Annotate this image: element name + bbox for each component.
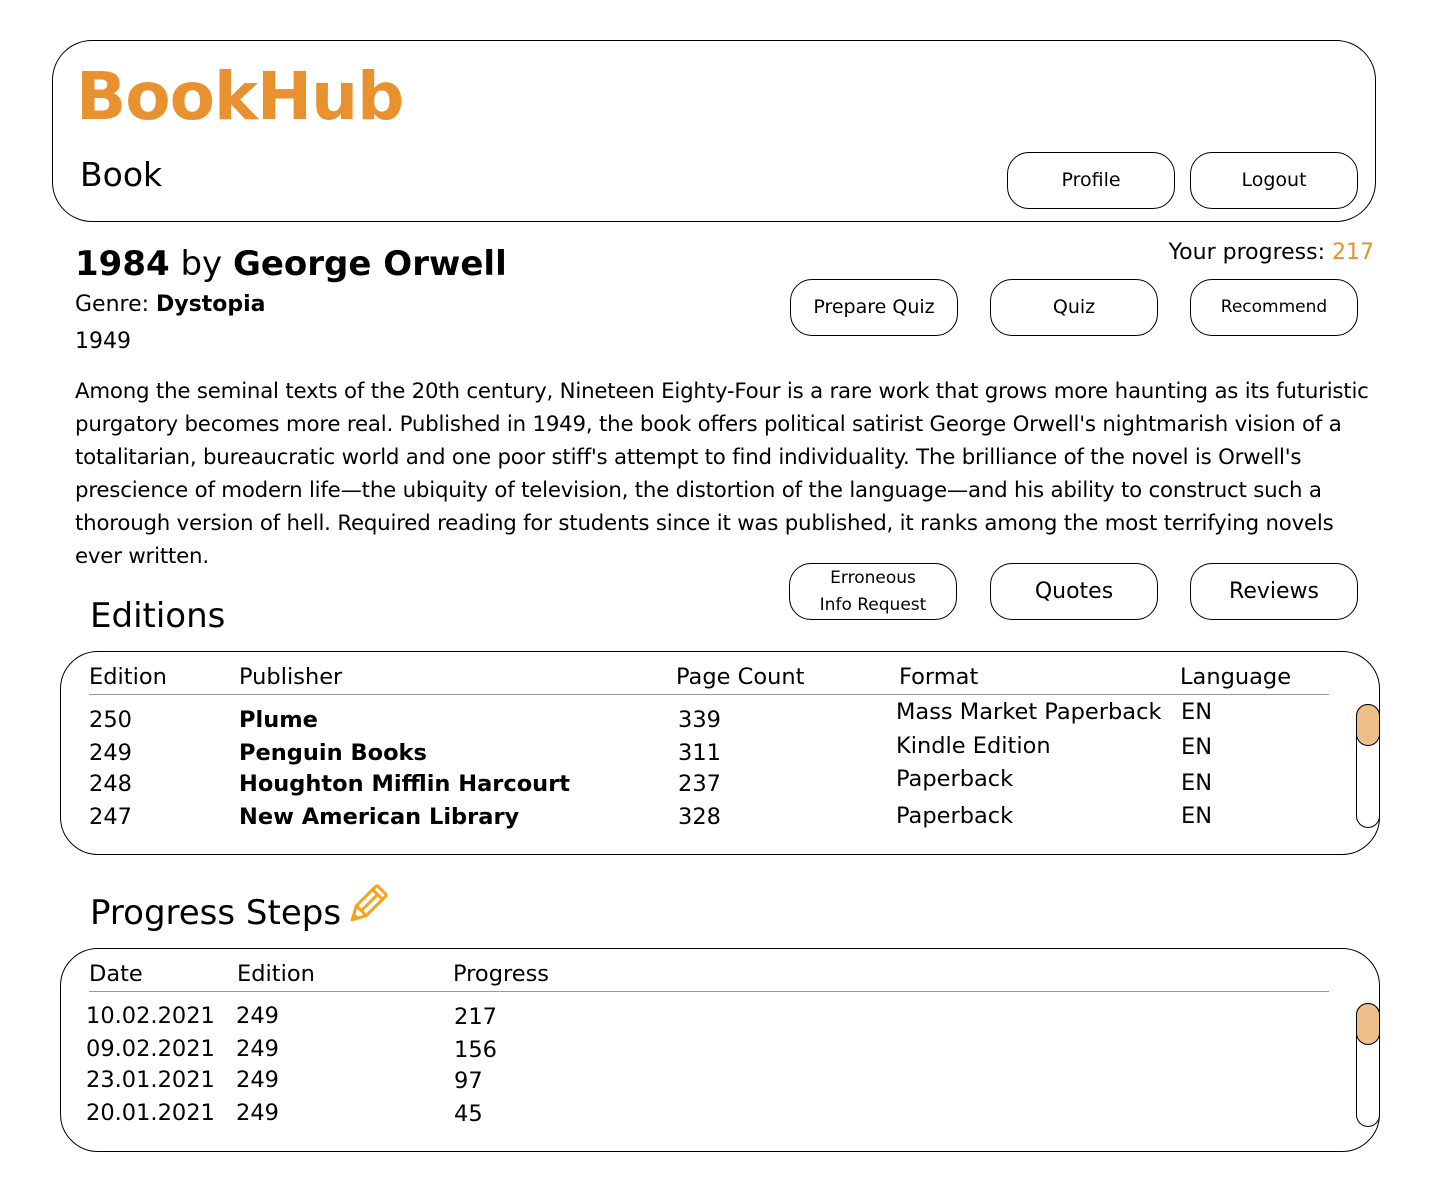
steps-header-date[interactable]: Date <box>89 961 143 987</box>
editions-title: Editions <box>90 596 226 636</box>
steps-header-edition[interactable]: Edition <box>237 961 315 987</box>
step-progress-cell: 97 <box>454 1068 483 1094</box>
progress-value: 217 <box>1332 240 1374 265</box>
app-logo[interactable]: BookHub <box>76 58 404 135</box>
editions-header-language[interactable]: Language <box>1180 664 1291 690</box>
recommend-button[interactable]: Recommend <box>1190 279 1358 336</box>
format-cell: Mass Market Paperback <box>896 699 1162 725</box>
quiz-button[interactable]: Quiz <box>990 279 1158 336</box>
progress-steps-title: Progress Steps <box>90 893 342 933</box>
erroneous-label-line2: Info Request <box>819 594 927 615</box>
book-description: Among the seminal texts of the 20th cent… <box>75 379 1369 569</box>
erroneous-label-line1: Erroneous <box>830 567 916 588</box>
step-date-cell: 09.02.2021 <box>86 1036 215 1062</box>
page-count-cell: 311 <box>678 740 721 766</box>
book-heading: 1984 by George Orwell <box>75 244 507 284</box>
publisher-cell[interactable]: Houghton Mifflin Harcourt <box>239 771 570 797</box>
page-count-cell: 339 <box>678 707 721 733</box>
edition-cell: 250 <box>89 707 132 733</box>
progress-steps-scroll-thumb[interactable] <box>1356 1003 1380 1045</box>
editions-header-publisher[interactable]: Publisher <box>239 664 342 690</box>
edition-cell: 248 <box>89 771 132 797</box>
editions-header-divider <box>89 694 1329 695</box>
page-count-cell: 237 <box>678 771 721 797</box>
step-date-cell: 23.01.2021 <box>86 1067 215 1093</box>
edition-cell: 247 <box>89 804 132 830</box>
steps-header-divider <box>89 991 1329 992</box>
step-progress-cell: 45 <box>454 1101 483 1127</box>
editions-header-edition[interactable]: Edition <box>89 664 167 690</box>
publisher-cell[interactable]: New American Library <box>239 804 519 830</box>
progress-label: Your progress: <box>1168 240 1325 265</box>
book-title: 1984 <box>75 244 170 284</box>
step-date-cell: 20.01.2021 <box>86 1100 215 1126</box>
genre-line: Genre: Dystopia <box>75 292 266 317</box>
step-date-cell: 10.02.2021 <box>86 1003 215 1029</box>
format-cell: Kindle Edition <box>896 733 1051 759</box>
publication-year: 1949 <box>75 329 131 354</box>
reviews-button[interactable]: Reviews <box>1190 563 1358 620</box>
page-count-cell: 328 <box>678 804 721 830</box>
editions-header-page-count[interactable]: Page Count <box>676 664 804 690</box>
logout-button[interactable]: Logout <box>1190 152 1358 209</box>
editions-scrollbar[interactable] <box>1356 704 1380 828</box>
step-edition-cell: 249 <box>236 1067 279 1093</box>
step-edition-cell: 249 <box>236 1100 279 1126</box>
publisher-cell[interactable]: Penguin Books <box>239 740 427 766</box>
publisher-cell[interactable]: Plume <box>239 707 318 733</box>
step-progress-cell: 156 <box>454 1037 497 1063</box>
quotes-button[interactable]: Quotes <box>990 563 1158 620</box>
genre-label: Genre: <box>75 292 150 317</box>
step-edition-cell: 249 <box>236 1003 279 1029</box>
book-author: George Orwell <box>232 244 507 284</box>
pencil-icon[interactable] <box>344 882 390 928</box>
page-title: Book <box>80 155 163 194</box>
progress-steps-scrollbar[interactable] <box>1356 1003 1380 1127</box>
user-progress: Your progress: 217 <box>1169 240 1374 265</box>
by-label: by <box>180 244 223 284</box>
format-cell: Paperback <box>896 803 1014 829</box>
language-cell: EN <box>1181 770 1213 796</box>
language-cell: EN <box>1181 803 1213 829</box>
prepare-quiz-button[interactable]: Prepare Quiz <box>790 279 958 336</box>
language-cell: EN <box>1181 699 1213 725</box>
step-progress-cell: 217 <box>454 1004 497 1030</box>
step-edition-cell: 249 <box>236 1036 279 1062</box>
steps-header-progress[interactable]: Progress <box>453 961 549 987</box>
erroneous-info-request-button[interactable]: Erroneous Info Request <box>789 563 957 620</box>
editions-header-format[interactable]: Format <box>899 664 978 690</box>
format-cell: Paperback <box>896 766 1014 792</box>
genre-value: Dystopia <box>156 292 266 317</box>
profile-button[interactable]: Profile <box>1007 152 1175 209</box>
editions-scroll-thumb[interactable] <box>1356 704 1380 746</box>
edition-cell: 249 <box>89 740 132 766</box>
language-cell: EN <box>1181 734 1213 760</box>
